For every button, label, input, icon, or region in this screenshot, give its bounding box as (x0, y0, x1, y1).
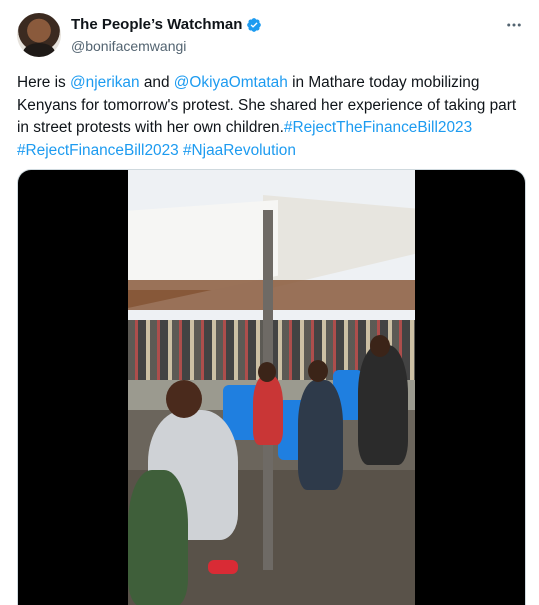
hashtag-rejectfinancebill2023[interactable]: #RejectFinanceBill2023 (17, 142, 179, 159)
author-display-name[interactable]: The People’s Watchman (71, 16, 242, 33)
author-avatar[interactable] (17, 13, 61, 57)
mention-njerikan[interactable]: @njerikan (70, 74, 140, 91)
foreground-person (128, 470, 188, 605)
video-frame[interactable] (128, 170, 415, 605)
video-player[interactable] (17, 169, 526, 605)
woman-head (166, 380, 202, 418)
person-head (308, 360, 328, 382)
hashtag-njaarevolution[interactable]: #NjaaRevolution (183, 142, 296, 159)
person-head (370, 335, 390, 357)
seated-person (253, 375, 283, 445)
author-name-row: The People’s Watchman (71, 16, 262, 33)
seated-person (358, 345, 408, 465)
verified-badge-icon (247, 17, 262, 32)
more-options-icon[interactable] (503, 14, 525, 36)
red-shoes (208, 560, 238, 574)
tweet-text-segment: and (139, 74, 174, 91)
hashtag-rejectthefinancebill2023[interactable]: #RejectTheFinanceBill2023 (284, 119, 472, 136)
tweet[interactable]: The People’s Watchman @bonifacemwangi He… (0, 0, 539, 605)
author-handle[interactable]: @bonifacemwangi (71, 38, 186, 54)
tweet-text: Here is @njerikan and @OkiyaOmtatah in M… (17, 72, 529, 162)
mention-okiyaomtatah[interactable]: @OkiyaOmtatah (174, 74, 288, 91)
person-head (258, 362, 276, 382)
tweet-text-segment: Here is (17, 74, 71, 91)
more-dots-icon (507, 23, 521, 27)
seated-person (298, 380, 343, 490)
avatar-figure (23, 43, 55, 57)
